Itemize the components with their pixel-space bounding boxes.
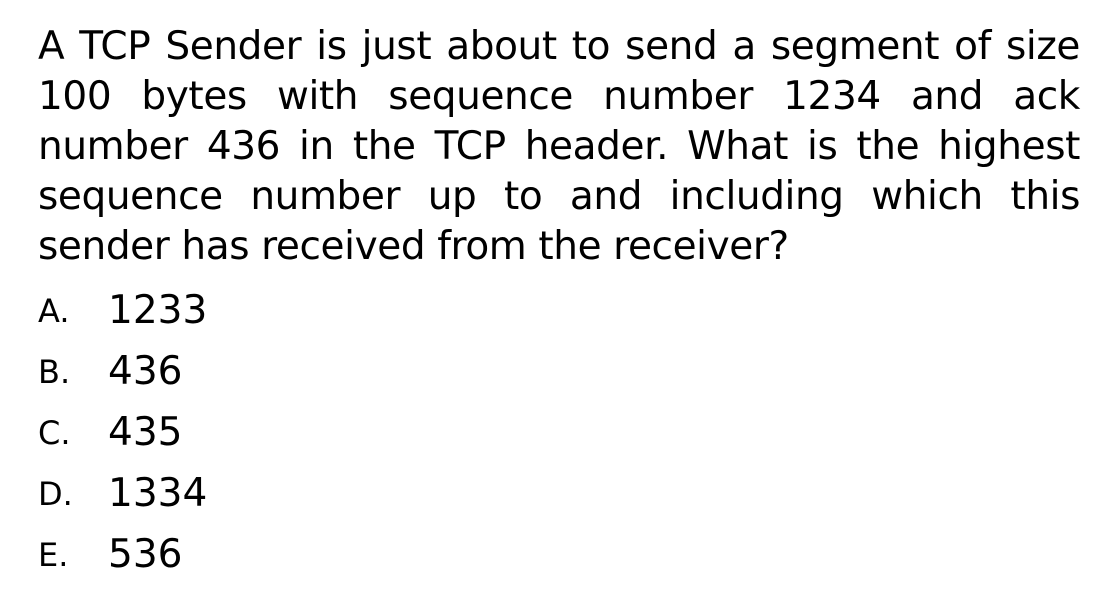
question-text: A TCP Sender is just about to send a seg… bbox=[38, 24, 1080, 269]
answer-options-list: A. 1233 B. 436 C. 435 D. 1334 E. 536 bbox=[38, 280, 207, 585]
option-value: 536 bbox=[108, 532, 183, 577]
option-letter: D. bbox=[38, 474, 73, 513]
option-c[interactable]: C. 435 bbox=[38, 402, 207, 463]
option-value: 436 bbox=[108, 349, 183, 394]
option-value: 1334 bbox=[108, 471, 208, 516]
option-b[interactable]: B. 436 bbox=[38, 341, 207, 402]
option-d[interactable]: D. 1334 bbox=[38, 463, 207, 524]
option-a[interactable]: A. 1233 bbox=[38, 280, 207, 341]
option-letter: C. bbox=[38, 413, 71, 452]
option-value: 1233 bbox=[108, 288, 208, 333]
option-letter: B. bbox=[38, 352, 71, 391]
option-letter: E. bbox=[38, 535, 69, 574]
option-letter: A. bbox=[38, 291, 70, 330]
option-e[interactable]: E. 536 bbox=[38, 524, 207, 585]
option-value: 435 bbox=[108, 410, 183, 455]
